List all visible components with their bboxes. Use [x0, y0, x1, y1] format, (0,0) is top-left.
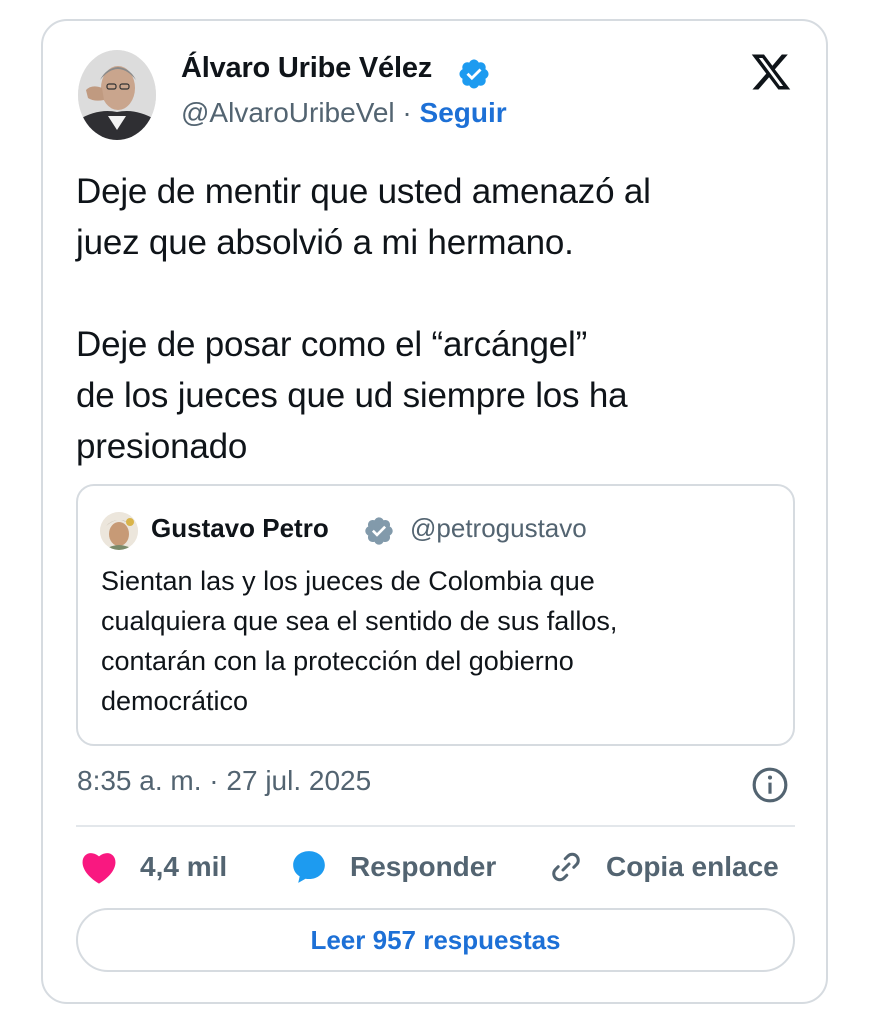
verified-badge-icon [459, 59, 489, 89]
quoted-author-avatar[interactable] [100, 512, 138, 550]
author-handle[interactable]: @AlvaroUribeVel [181, 97, 395, 128]
reply-bubble-icon [293, 851, 325, 883]
author-avatar[interactable] [78, 50, 156, 140]
reply-button[interactable]: Responder [290, 845, 496, 889]
reply-label: Responder [350, 851, 497, 882]
avatar-photo [78, 50, 156, 140]
avatar-photo [100, 512, 138, 550]
divider [76, 825, 795, 827]
link-icon [552, 852, 580, 882]
tweet-timestamp[interactable]: 8:35 a. m. · 27 jul. 2025 [77, 765, 371, 797]
quoted-author-handle[interactable]: @petrogustavo [410, 513, 587, 544]
info-icon[interactable] [751, 766, 789, 804]
quoted-author-name[interactable]: Gustavo Petro [151, 513, 329, 544]
follow-button[interactable]: Seguir [420, 97, 507, 128]
author-handle-row: @AlvaroUribeVel · Seguir [181, 97, 507, 129]
copy-link-button[interactable]: Copia enlace [548, 845, 779, 889]
author-name[interactable]: Álvaro Uribe Vélez [181, 52, 432, 85]
heart-icon [82, 853, 116, 884]
verified-badge-gray-icon [365, 517, 393, 545]
tweet-text: Deje de mentir que usted amenazó al juez… [76, 172, 651, 466]
copy-link-label: Copia enlace [606, 851, 779, 882]
quoted-tweet-text: Sientan las y los jueces de Colombia que… [101, 566, 618, 716]
read-replies-button[interactable]: Leer 957 respuestas [76, 908, 795, 972]
like-button[interactable]: 4,4 mil [80, 845, 227, 889]
x-logo-icon[interactable] [750, 52, 792, 92]
separator: · [402, 97, 412, 128]
like-count: 4,4 mil [140, 851, 228, 882]
